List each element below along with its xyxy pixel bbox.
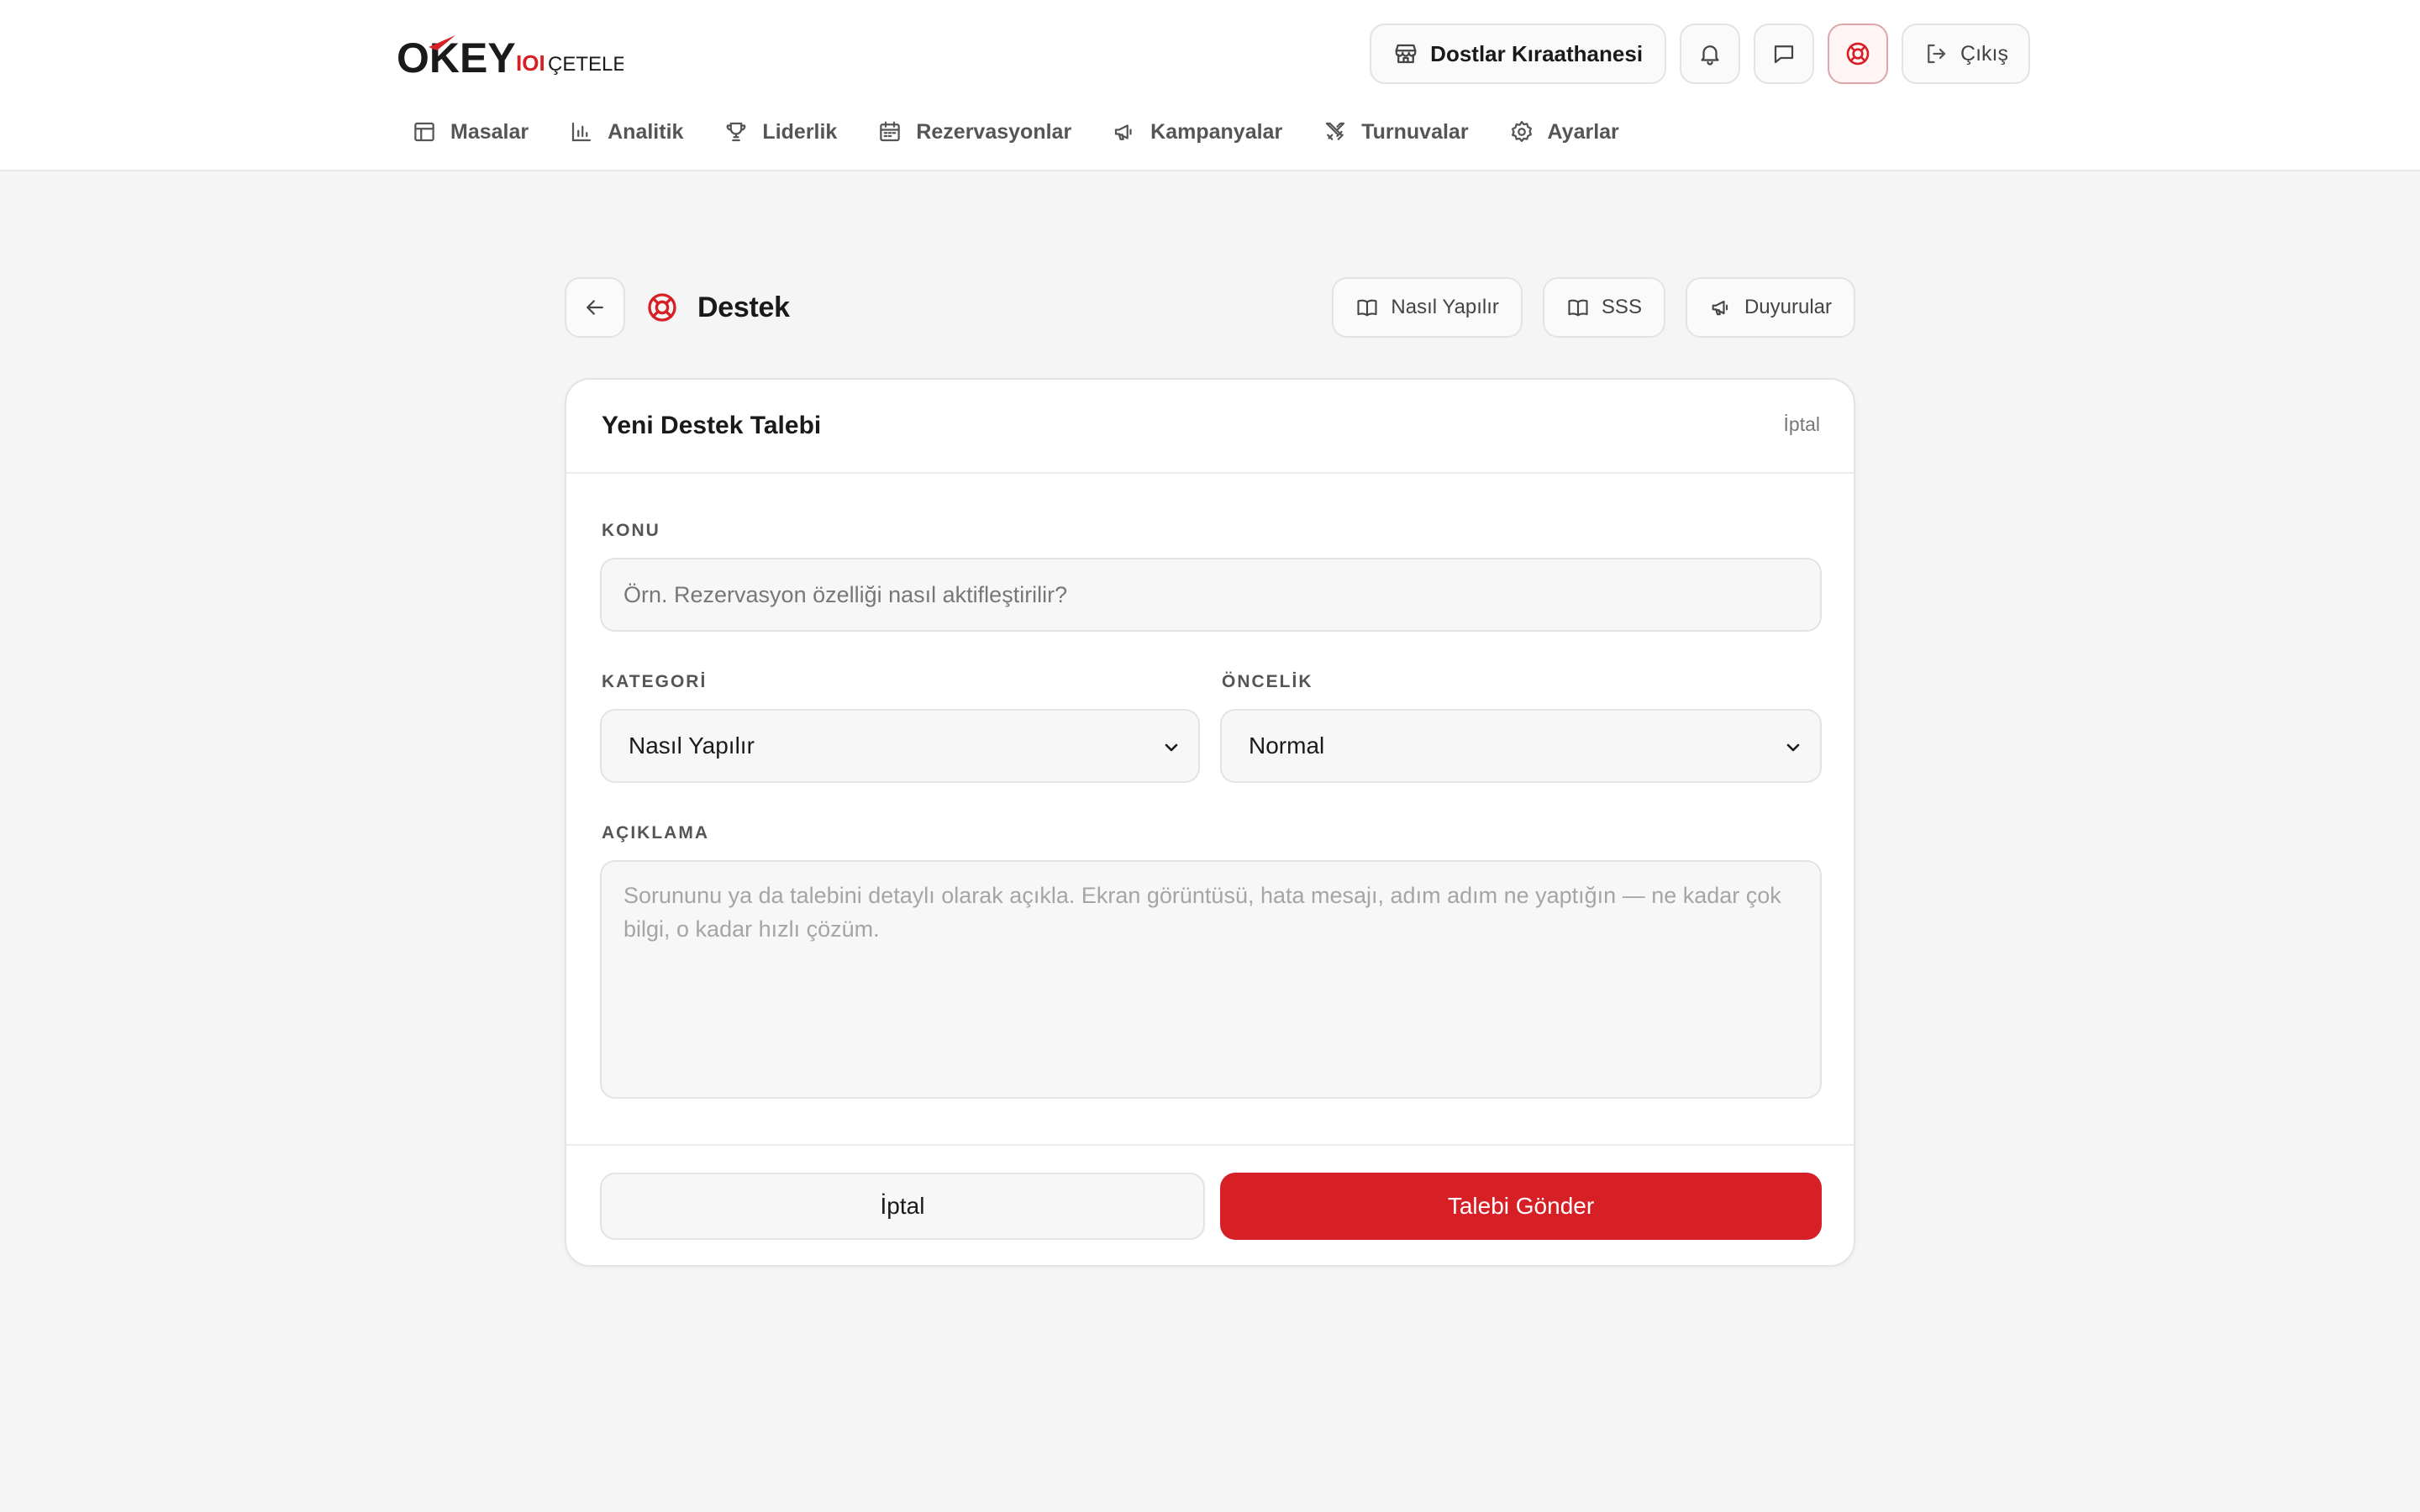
description-textarea[interactable]: Sorununu ya da talebini detaylı olarak a… — [600, 860, 1822, 1099]
submit-ticket-button[interactable]: Talebi Gönder — [1220, 1173, 1822, 1240]
trophy-icon — [723, 119, 749, 144]
arrow-left-icon — [582, 295, 608, 320]
form-title: Yeni Destek Talebi — [602, 412, 822, 439]
nav-label: Turnuvalar — [1361, 119, 1469, 144]
description-label: AÇIKLAMA — [602, 823, 709, 843]
chat-icon — [1771, 41, 1797, 66]
priority-value: Normal — [1249, 732, 1325, 759]
table-icon — [412, 119, 437, 144]
category-value: Nasıl Yapılır — [629, 732, 755, 759]
priority-select[interactable]: Normal — [1220, 709, 1822, 783]
book-icon — [1566, 296, 1590, 319]
nav-item-liderlik[interactable]: Liderlik — [703, 111, 857, 153]
cancel-button[interactable]: İptal — [600, 1173, 1205, 1240]
chevron-down-icon — [1783, 738, 1803, 758]
form-header: Yeni Destek Talebi İptal — [566, 380, 1854, 474]
announcements-label: Duyurular — [1744, 296, 1832, 318]
notifications-button[interactable] — [1680, 24, 1741, 84]
faq-link[interactable]: SSS — [1542, 277, 1665, 338]
venue-name: Dostlar Kıraathanesi — [1430, 40, 1644, 66]
bar-chart-icon — [569, 119, 594, 144]
nav-item-analitik[interactable]: Analitik — [549, 111, 703, 153]
category-label: KATEGORİ — [602, 672, 708, 691]
faq-label: SSS — [1601, 296, 1642, 318]
store-icon — [1393, 41, 1418, 66]
how-to-label: Nasıl Yapılır — [1391, 296, 1499, 318]
main-nav: Masalar Analitik Liderlik Rezervasyonlar… — [395, 111, 1639, 153]
nav-label: Kampanyalar — [1150, 119, 1283, 144]
logout-icon — [1923, 41, 1949, 66]
logo-mark: OKEY IOI ÇETELE — [397, 34, 623, 81]
book-icon — [1355, 296, 1379, 319]
support-quick-links: Nasıl Yapılır SSS Duyurular — [1332, 277, 1855, 338]
page-header: Destek Nasıl Yapılır SSS Duyurular — [565, 277, 1855, 338]
nav-item-kampanyalar[interactable]: Kampanyalar — [1092, 111, 1302, 153]
nav-item-rezervasyonlar[interactable]: Rezervasyonlar — [857, 111, 1092, 153]
announcements-link[interactable]: Duyurular — [1685, 277, 1855, 338]
nav-label: Rezervasyonlar — [916, 119, 1072, 144]
nav-label: Liderlik — [762, 119, 838, 144]
page-title: Destek — [697, 291, 790, 323]
nav-label: Analitik — [608, 119, 684, 144]
svg-text:ÇETELE: ÇETELE — [548, 53, 623, 76]
nav-item-ayarlar[interactable]: Ayarlar — [1489, 111, 1639, 153]
messages-button[interactable] — [1754, 24, 1815, 84]
nav-label: Masalar — [450, 119, 529, 144]
support-button[interactable] — [1828, 24, 1889, 84]
gear-icon — [1509, 119, 1534, 144]
megaphone-icon — [1709, 296, 1733, 319]
support-ticket-form: Yeni Destek Talebi İptal KONU Örn. Rezer… — [565, 378, 1855, 1267]
page-title-group: Destek — [645, 277, 790, 338]
category-select[interactable]: Nasıl Yapılır — [600, 709, 1200, 783]
logout-button[interactable]: Çıkış — [1902, 24, 2030, 84]
lifebuoy-icon — [645, 291, 679, 324]
calendar-icon — [877, 119, 902, 144]
top-header: OKEY IOI ÇETELE Dostlar Kıraathanesi Çık… — [0, 0, 2420, 171]
nav-item-masalar[interactable]: Masalar — [395, 111, 549, 153]
svg-text:OKEY: OKEY — [397, 34, 516, 81]
header-actions: Dostlar Kıraathanesi Çıkış — [1370, 24, 2030, 84]
svg-text:IOI: IOI — [516, 50, 545, 76]
header-cancel-link[interactable]: İptal — [1784, 413, 1820, 436]
back-button[interactable] — [565, 277, 625, 338]
priority-label: ÖNCELİK — [1222, 672, 1313, 691]
how-to-link[interactable]: Nasıl Yapılır — [1332, 277, 1523, 338]
subject-input[interactable]: Örn. Rezervasyon özelliği nasıl aktifleş… — [600, 558, 1822, 632]
logout-label: Çıkış — [1960, 41, 2008, 66]
subject-placeholder: Örn. Rezervasyon özelliği nasıl aktifleş… — [623, 581, 1068, 607]
nav-item-turnuvalar[interactable]: Turnuvalar — [1302, 111, 1488, 153]
swords-icon — [1323, 119, 1348, 144]
venue-switcher-button[interactable]: Dostlar Kıraathanesi — [1370, 24, 1667, 84]
okey-cetele-logo[interactable]: OKEY IOI ÇETELE — [397, 29, 623, 82]
megaphone-icon — [1112, 119, 1137, 144]
form-footer-divider — [566, 1144, 1854, 1146]
bell-icon — [1697, 41, 1723, 66]
description-placeholder: Sorununu ya da talebini detaylı olarak a… — [623, 883, 1781, 942]
lifebuoy-icon — [1844, 40, 1871, 67]
nav-label: Ayarlar — [1547, 119, 1619, 144]
subject-label: KONU — [602, 521, 660, 540]
chevron-down-icon — [1161, 738, 1181, 758]
